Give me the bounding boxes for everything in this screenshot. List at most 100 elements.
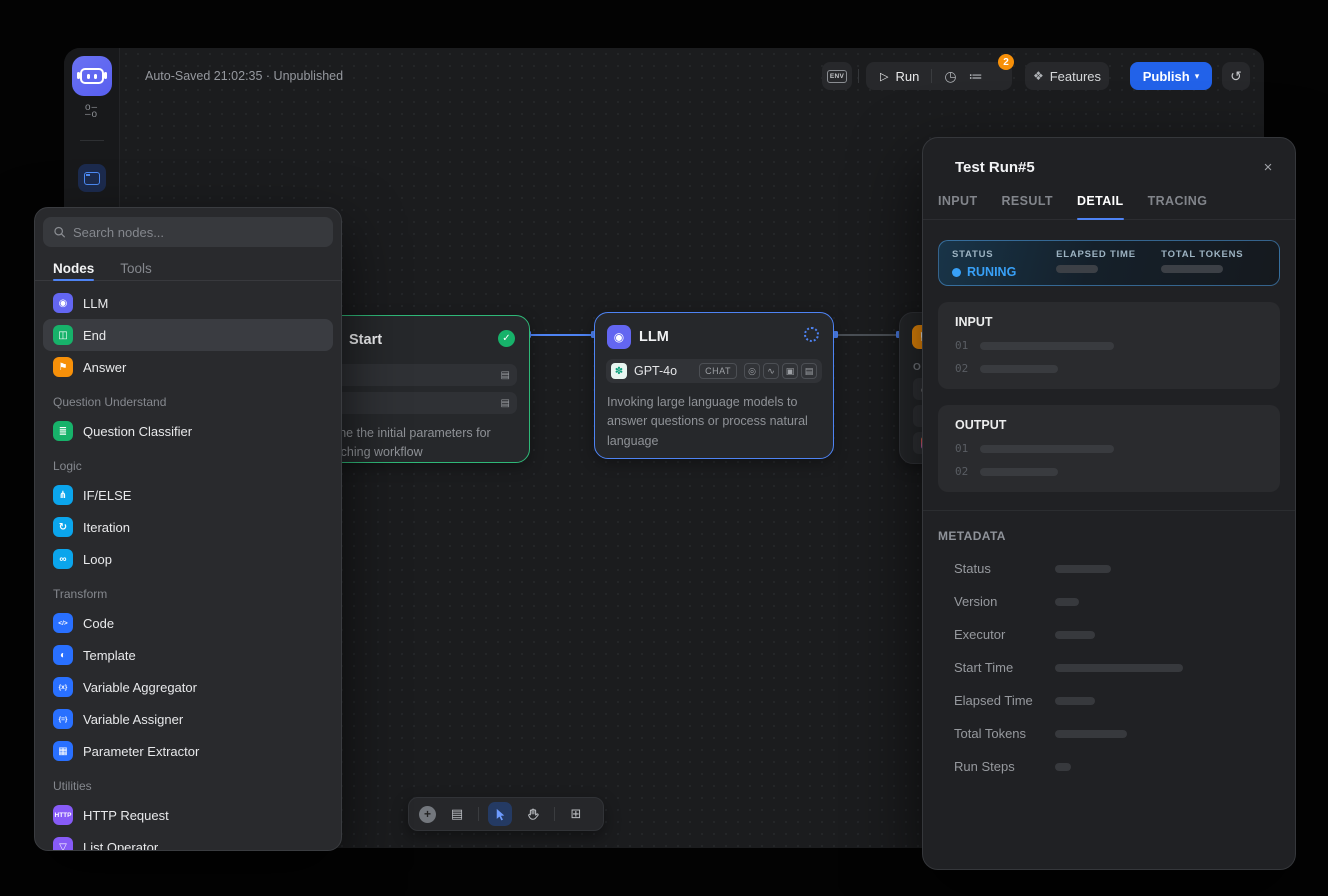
total-tokens-label: TOTAL TOKENS: [1161, 249, 1279, 260]
tab-result[interactable]: RESULT: [1002, 194, 1053, 219]
audio-icon: ∿: [763, 363, 779, 379]
publish-button[interactable]: Publish ▾: [1130, 62, 1212, 90]
metadata-row: Start Time: [938, 660, 1280, 675]
schedule-icon[interactable]: ◷: [944, 68, 956, 85]
panel-toggle-button[interactable]: [78, 164, 106, 192]
llm-model-row[interactable]: ✽ GPT-4o CHAT ◎∿▣▤: [606, 359, 822, 383]
code-icon: </>: [53, 613, 73, 633]
llm-icon: ◉: [53, 293, 73, 313]
toolbar-divider: [478, 807, 479, 821]
topbar-divider: [858, 69, 859, 83]
llm-node-description: Invoking large language models to answer…: [607, 393, 821, 451]
node-item-template[interactable]: ◐ Template: [43, 639, 333, 671]
node-item-label: Loop: [83, 552, 112, 567]
metadata-skeleton: [1055, 631, 1095, 639]
run-button[interactable]: Run: [895, 69, 919, 84]
running-dot-icon: [952, 268, 961, 277]
tab-tracing[interactable]: TRACING: [1148, 194, 1208, 219]
node-item-answer[interactable]: ⚑Answer: [43, 351, 333, 383]
node-item-label: Template: [83, 648, 136, 663]
node-item-llm[interactable]: ◉ LLM: [43, 287, 333, 319]
env-button[interactable]: ENV: [822, 62, 852, 90]
preferences-icon[interactable]: [78, 100, 106, 128]
node-item-iteration[interactable]: ↻Iteration: [43, 511, 333, 543]
add-node-button[interactable]: +: [419, 806, 436, 823]
status-value: RUNING: [967, 265, 1016, 279]
skeleton-row: 02: [955, 362, 1263, 375]
start-field-row[interactable]: ▤: [317, 364, 517, 386]
add-note-button[interactable]: ▤: [445, 802, 469, 826]
node-item-parameter-extractor[interactable]: ▦Parameter Extractor: [43, 735, 333, 767]
metadata-skeleton: [1055, 697, 1095, 705]
value-skeleton: [980, 342, 1114, 350]
version-history-button[interactable]: ↺: [1222, 62, 1250, 90]
rail-divider: [80, 140, 104, 141]
metadata-skeleton: [1055, 730, 1127, 738]
row-index: 02: [955, 362, 968, 375]
node-item-label: LLM: [83, 296, 108, 311]
node-item-http-request[interactable]: HTTPHTTP Request: [43, 799, 333, 831]
run-button-group: ▷ Run ◷ ≔: [866, 62, 1012, 90]
parameter-extractor-icon: ▦: [53, 741, 73, 761]
features-button[interactable]: ❖ Features: [1025, 62, 1109, 90]
node-item-variable-assigner[interactable]: {=}Variable Assigner: [43, 703, 333, 735]
env-icon: ENV: [827, 70, 847, 83]
openai-icon: ✽: [611, 363, 627, 379]
play-icon[interactable]: ▷: [880, 70, 888, 83]
close-icon[interactable]: ×: [1257, 156, 1279, 178]
node-item-label: IF/ELSE: [83, 488, 131, 503]
pointer-mode-button[interactable]: [488, 802, 512, 826]
hand-mode-button[interactable]: [521, 802, 545, 826]
llm-model-name: GPT-4o: [634, 364, 699, 378]
metadata-row: Total Tokens: [938, 726, 1280, 741]
features-label: Features: [1050, 69, 1101, 84]
metadata-label: Elapsed Time: [954, 693, 1055, 708]
start-field-row[interactable]: ▤: [317, 392, 517, 414]
cursor-icon: [493, 807, 508, 822]
edge-llm-to-end: [836, 334, 900, 336]
node-item-code[interactable]: </>Code: [43, 607, 333, 639]
organize-nodes-button[interactable]: ⊞: [564, 802, 588, 826]
search-box[interactable]: [43, 217, 333, 247]
running-spinner-icon: [804, 327, 819, 342]
variable-aggregator-icon: {x}: [53, 677, 73, 697]
tab-nodes[interactable]: Nodes: [53, 261, 94, 280]
row-index: 02: [955, 465, 968, 478]
node-item-end[interactable]: ◫End: [43, 319, 333, 351]
tab-input[interactable]: INPUT: [938, 194, 978, 219]
edge-start-to-llm: [529, 334, 595, 336]
node-item-if-else[interactable]: ⋔IF/ELSE: [43, 479, 333, 511]
group-header: Utilities: [35, 767, 341, 799]
llm-node[interactable]: ◉ LLM ✽ GPT-4o CHAT ◎∿▣▤ Invoking large …: [594, 312, 834, 459]
value-skeleton: [980, 445, 1114, 453]
node-item-loop[interactable]: ∞ Loop: [43, 543, 333, 575]
value-skeleton: [980, 365, 1058, 373]
group-header: Question Understand: [35, 383, 341, 415]
publish-label: Publish: [1143, 69, 1190, 84]
node-item-label: Iteration: [83, 520, 130, 535]
tab-detail[interactable]: DETAIL: [1077, 194, 1124, 219]
question-classifier-icon: ≣: [53, 421, 73, 441]
node-item-variable-aggregator[interactable]: {x}Variable Aggregator: [43, 671, 333, 703]
tab-tools[interactable]: Tools: [120, 261, 152, 280]
start-node-title: Start: [349, 332, 382, 348]
test-run-panel: Test Run#5 × INPUTRESULTDETAILTRACING ST…: [922, 137, 1296, 870]
node-item-list-operator[interactable]: ▽List Operator: [43, 831, 333, 851]
loop-icon: ∞: [53, 549, 73, 569]
document-icon: ▤: [801, 363, 817, 379]
row-index: 01: [955, 339, 968, 352]
template-icon: ◐: [53, 645, 73, 665]
skeleton-row: 01: [955, 442, 1263, 455]
metadata-skeleton: [1055, 598, 1079, 606]
output-card: OUTPUT 0102: [938, 405, 1280, 492]
node-item-question-classifier[interactable]: ≣Question Classifier: [43, 415, 333, 447]
success-check-icon: ✓: [498, 330, 515, 347]
image-icon: ▣: [782, 363, 798, 379]
metadata-title: METADATA: [938, 529, 1280, 543]
search-input[interactable]: [73, 225, 323, 240]
autosave-status: Auto-Saved 21:02:35 · Unpublished: [145, 69, 343, 83]
checklist-count-badge: 2: [998, 54, 1014, 70]
checklist-icon[interactable]: ≔: [969, 68, 983, 85]
input-card: INPUT 0102: [938, 302, 1280, 389]
app-logo-icon[interactable]: [72, 56, 112, 96]
